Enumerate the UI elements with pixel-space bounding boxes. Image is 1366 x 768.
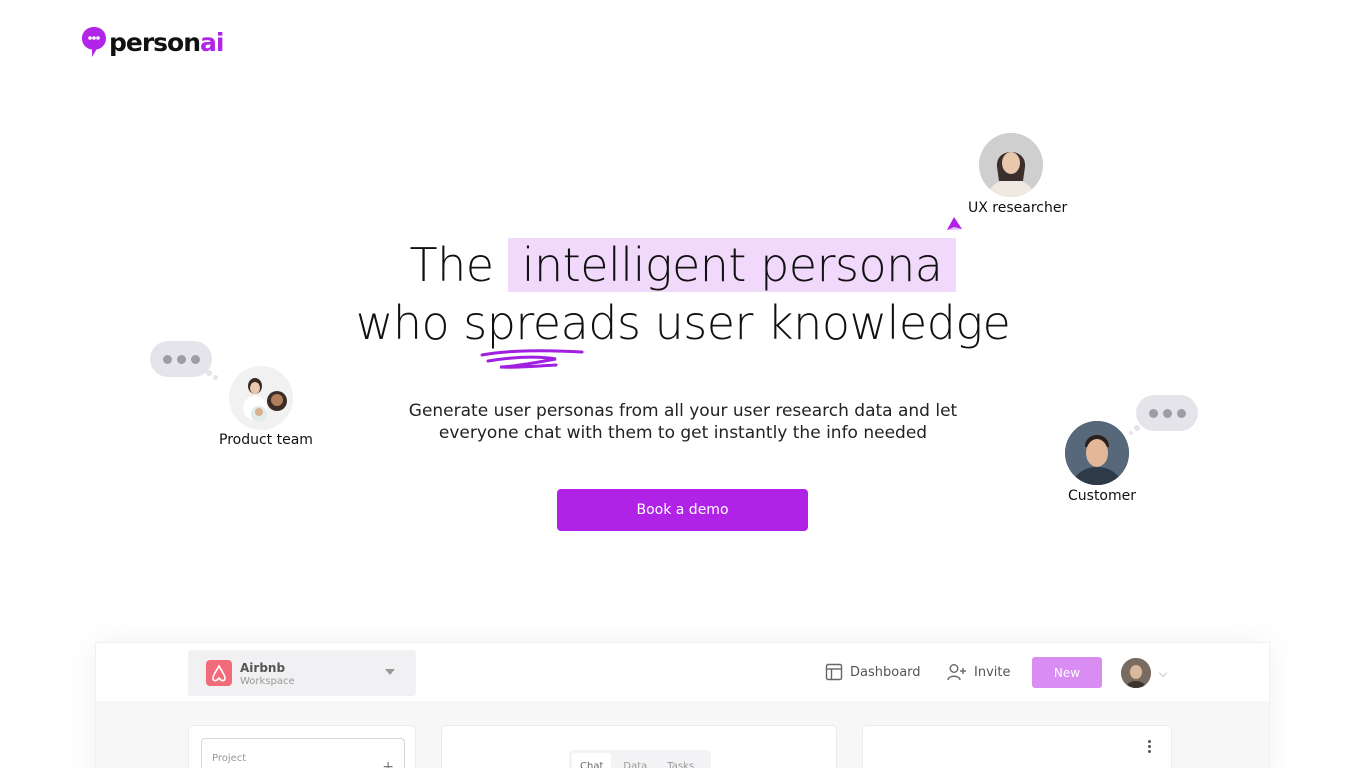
persona-panel bbox=[862, 725, 1172, 768]
add-user-icon bbox=[947, 664, 966, 681]
workspace-selector[interactable]: Airbnb Workspace bbox=[188, 650, 416, 696]
workspace-subtitle: Workspace bbox=[240, 676, 295, 687]
cursor-arrow-icon bbox=[947, 217, 962, 230]
logo[interactable]: personai bbox=[81, 26, 225, 58]
underline-squiggle-icon bbox=[480, 349, 584, 369]
customer-avatar bbox=[1065, 421, 1129, 485]
headline-prefix: The bbox=[409, 238, 495, 292]
book-demo-button[interactable]: Book a demo bbox=[557, 489, 808, 531]
chevron-down-icon bbox=[385, 669, 395, 675]
ux-researcher-avatar bbox=[979, 133, 1043, 197]
app-topbar: Airbnb Workspace Dashboard Invite New bbox=[96, 643, 1269, 701]
more-options-icon[interactable] bbox=[1148, 740, 1151, 753]
user-menu-chevron-icon[interactable] bbox=[1158, 668, 1168, 678]
typing-bubble-left bbox=[150, 341, 212, 377]
workspace-name: Airbnb bbox=[240, 661, 286, 675]
hero-headline: The intelligent persona who spreads user… bbox=[0, 236, 1366, 352]
dashboard-icon bbox=[825, 663, 843, 681]
new-button[interactable]: New bbox=[1032, 657, 1102, 688]
app-preview: Airbnb Workspace Dashboard Invite New Pr… bbox=[95, 642, 1270, 768]
nav-dashboard[interactable]: Dashboard bbox=[825, 663, 921, 681]
chat-panel: Chat Data Tasks bbox=[441, 725, 837, 768]
tab-tasks[interactable]: Tasks bbox=[659, 753, 702, 768]
project-panel: Project + bbox=[188, 725, 416, 768]
nav-invite-label: Invite bbox=[974, 664, 1011, 680]
tab-chat[interactable]: Chat bbox=[572, 753, 612, 768]
headline-line2: who spreads user knowledge bbox=[355, 296, 1011, 350]
tab-data[interactable]: Data bbox=[615, 753, 655, 768]
add-icon[interactable]: + bbox=[382, 759, 394, 768]
customer-label: Customer bbox=[1068, 488, 1137, 504]
user-avatar[interactable] bbox=[1121, 658, 1151, 688]
chat-tabs: Chat Data Tasks bbox=[569, 750, 711, 768]
product-team-avatar bbox=[229, 366, 293, 430]
airbnb-logo-icon bbox=[206, 660, 232, 686]
chat-bubble-logo-icon bbox=[82, 27, 106, 57]
nav-dashboard-label: Dashboard bbox=[850, 664, 921, 680]
project-label: Project bbox=[212, 753, 247, 764]
project-field[interactable]: Project + bbox=[201, 738, 405, 768]
nav-invite[interactable]: Invite bbox=[947, 663, 1010, 681]
typing-bubble-right bbox=[1136, 395, 1198, 431]
ux-researcher-label: UX researcher bbox=[968, 200, 1068, 216]
headline-highlight: intelligent persona bbox=[507, 238, 957, 292]
logo-wordmark: personai bbox=[109, 27, 225, 57]
product-team-label: Product team bbox=[219, 432, 313, 448]
